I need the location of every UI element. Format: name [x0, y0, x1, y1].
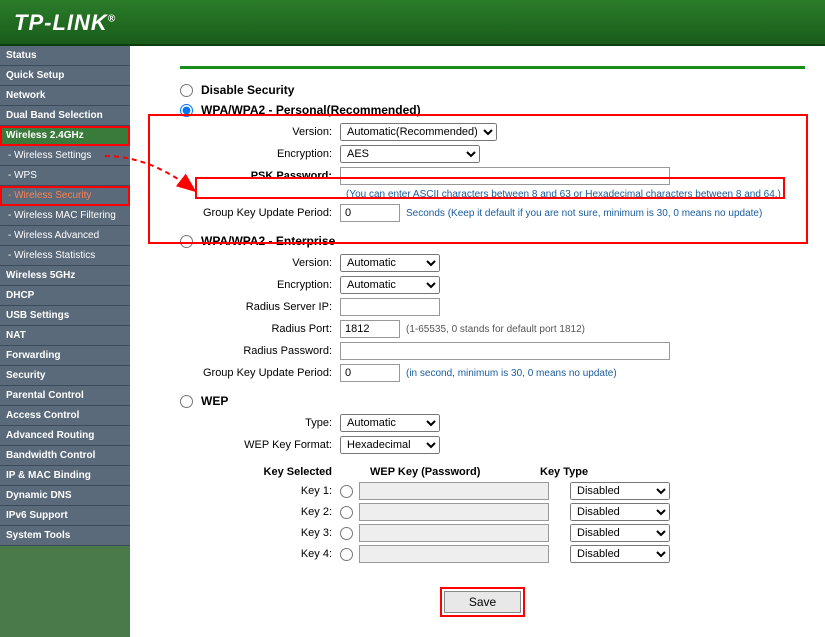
label-wep-type: Type: — [200, 417, 340, 429]
input-gkup-ent[interactable] — [340, 364, 400, 382]
select-version-personal[interactable]: Automatic(Recommended) — [340, 123, 497, 141]
header-key-selected: Key Selected — [200, 466, 340, 478]
label-wep: WEP — [201, 394, 228, 408]
sidebar-item-quick-setup[interactable]: Quick Setup — [0, 66, 130, 86]
label-version: Version: — [200, 126, 340, 138]
select-encryption-enterprise[interactable]: Automatic — [340, 276, 440, 294]
sidebar-item-parental-control[interactable]: Parental Control — [0, 386, 130, 406]
select-wep-type[interactable]: Automatic — [340, 414, 440, 432]
radio-wep[interactable] — [180, 395, 193, 408]
sidebar-item-security[interactable]: Security — [0, 366, 130, 386]
divider — [180, 66, 805, 69]
label-encryption: Encryption: — [200, 148, 340, 160]
sidebar-item-dynamic-dns[interactable]: Dynamic DNS — [0, 486, 130, 506]
label-radius-pw: Radius Password: — [200, 345, 340, 357]
main-content: Disable Security WPA/WPA2 - Personal(Rec… — [130, 46, 825, 637]
sidebar-item-network[interactable]: Network — [0, 86, 130, 106]
input-key4[interactable] — [359, 545, 549, 563]
label-key1: Key 1: — [200, 485, 340, 497]
sidebar-item-system-tools[interactable]: System Tools — [0, 526, 130, 546]
select-encryption-personal[interactable]: AES — [340, 145, 480, 163]
input-radius-pw[interactable] — [340, 342, 670, 360]
input-radius-ip[interactable] — [340, 298, 440, 316]
hint-radius-port: (1-65535, 0 stands for default port 1812… — [406, 324, 585, 335]
label-radius-port: Radius Port: — [200, 323, 340, 335]
label-gkup-personal: Group Key Update Period: — [200, 207, 340, 219]
sidebar-item-wireless-advanced[interactable]: - Wireless Advanced — [0, 226, 130, 246]
header-key-type: Key Type — [540, 466, 660, 478]
input-key2[interactable] — [359, 503, 549, 521]
label-encryption-ent: Encryption: — [200, 279, 340, 291]
label-radius-ip: Radius Server IP: — [200, 301, 340, 313]
input-psk-password[interactable] — [340, 167, 670, 185]
radio-key4[interactable] — [340, 548, 353, 561]
sidebar-item-usb-settings[interactable]: USB Settings — [0, 306, 130, 326]
hint-psk: (You can enter ASCII characters between … — [346, 189, 781, 200]
label-gkup-ent: Group Key Update Period: — [200, 367, 340, 379]
label-key3: Key 3: — [200, 527, 340, 539]
select-wep-format[interactable]: Hexadecimal — [340, 436, 440, 454]
sidebar-item-dhcp[interactable]: DHCP — [0, 286, 130, 306]
sidebar-item-wireless-statistics[interactable]: - Wireless Statistics — [0, 246, 130, 266]
radio-key1[interactable] — [340, 485, 353, 498]
header: TP-LINK® — [0, 0, 825, 46]
sidebar-item-nat[interactable]: NAT — [0, 326, 130, 346]
sidebar-item-status[interactable]: Status — [0, 46, 130, 66]
sidebar-item-wireless-24ghz[interactable]: Wireless 2.4GHz — [0, 126, 130, 146]
sidebar-item-wireless-security[interactable]: - Wireless Security — [0, 186, 130, 206]
label-wpa-personal: WPA/WPA2 - Personal(Recommended) — [201, 103, 421, 117]
label-key2: Key 2: — [200, 506, 340, 518]
sidebar-item-ipv6-support[interactable]: IPv6 Support — [0, 506, 130, 526]
sidebar-item-ip-mac-binding[interactable]: IP & MAC Binding — [0, 466, 130, 486]
sidebar-item-dual-band[interactable]: Dual Band Selection — [0, 106, 130, 126]
label-version-ent: Version: — [200, 257, 340, 269]
header-wep-key: WEP Key (Password) — [340, 466, 540, 478]
logo: TP-LINK® — [14, 10, 116, 35]
hint-gkup-ent: (in second, minimum is 30, 0 means no up… — [406, 368, 617, 379]
input-gkup-personal[interactable] — [340, 204, 400, 222]
label-wep-format: WEP Key Format: — [200, 439, 340, 451]
select-key4-type[interactable]: Disabled — [570, 545, 670, 563]
save-highlight-box: Save — [440, 587, 525, 617]
label-wpa-enterprise: WPA/WPA2 - Enterprise — [201, 234, 335, 248]
radio-key2[interactable] — [340, 506, 353, 519]
sidebar-item-wireless-mac-filtering[interactable]: - Wireless MAC Filtering — [0, 206, 130, 226]
radio-wpa-personal[interactable] — [180, 104, 193, 117]
sidebar-item-wireless-settings[interactable]: - Wireless Settings — [0, 146, 130, 166]
input-key3[interactable] — [359, 524, 549, 542]
select-key2-type[interactable]: Disabled — [570, 503, 670, 521]
label-key4: Key 4: — [200, 548, 340, 560]
save-button[interactable]: Save — [444, 591, 521, 613]
hint-gkup-personal: Seconds (Keep it default if you are not … — [406, 208, 762, 219]
select-version-enterprise[interactable]: Automatic — [340, 254, 440, 272]
label-disable-security: Disable Security — [201, 83, 294, 97]
sidebar-item-advanced-routing[interactable]: Advanced Routing — [0, 426, 130, 446]
input-radius-port[interactable] — [340, 320, 400, 338]
sidebar-item-wps[interactable]: - WPS — [0, 166, 130, 186]
sidebar-item-bandwidth-control[interactable]: Bandwidth Control — [0, 446, 130, 466]
radio-key3[interactable] — [340, 527, 353, 540]
select-key3-type[interactable]: Disabled — [570, 524, 670, 542]
sidebar: Status Quick Setup Network Dual Band Sel… — [0, 46, 130, 637]
radio-wpa-enterprise[interactable] — [180, 235, 193, 248]
sidebar-item-wireless-5ghz[interactable]: Wireless 5GHz — [0, 266, 130, 286]
radio-disable-security[interactable] — [180, 84, 193, 97]
label-psk-password: PSK Password: — [200, 170, 340, 182]
select-key1-type[interactable]: Disabled — [570, 482, 670, 500]
sidebar-item-forwarding[interactable]: Forwarding — [0, 346, 130, 366]
sidebar-item-access-control[interactable]: Access Control — [0, 406, 130, 426]
input-key1[interactable] — [359, 482, 549, 500]
